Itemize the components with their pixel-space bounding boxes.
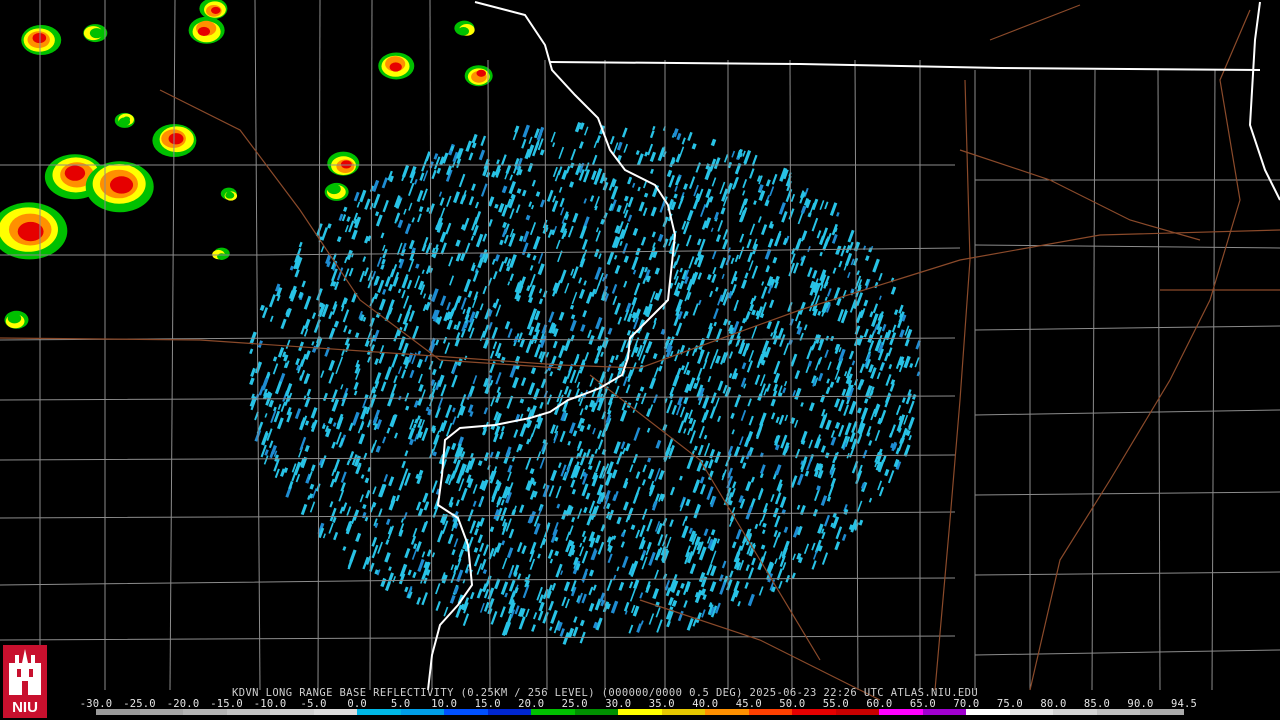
storm-cell: [476, 69, 486, 77]
map-background: [0, 0, 1280, 720]
radar-map[interactable]: [0, 0, 1280, 720]
colorscale-swatch: [574, 709, 619, 715]
colorscale-swatch: [1096, 709, 1141, 715]
storm-cell: [460, 29, 467, 35]
niu-logo-text: NIU: [12, 699, 38, 716]
colorscale-swatch: [487, 709, 532, 715]
colorscale-swatch: [444, 709, 488, 715]
colorscale-labels: -30.0 -25.0 -20.0 -15.0 -10.0 -5.0 0.0 5.0 10.0 1…: [80, 698, 1197, 710]
colorscale-swatch: [400, 709, 445, 715]
colorscale-swatch: [313, 709, 358, 715]
colorscale-swatch: [748, 709, 793, 715]
colorscale-swatch: [139, 709, 184, 715]
storm-cell: [226, 191, 233, 196]
colorscale-swatch: [705, 709, 749, 715]
storm-cell: [64, 165, 86, 181]
colorscale-bar: [96, 709, 1184, 715]
storm-cell: [32, 32, 47, 44]
colorscale-swatch: [226, 709, 271, 715]
colorscale-swatch: [183, 709, 227, 715]
storm-cell: [197, 26, 211, 37]
colorscale-swatch: [531, 709, 575, 715]
storm-cell: [123, 116, 131, 122]
storm-cell: [168, 133, 184, 145]
colorscale-swatch: [1053, 709, 1097, 715]
storm-cell: [91, 30, 100, 37]
storm-cell: [329, 187, 338, 194]
colorscale-swatch: [1140, 709, 1184, 715]
colorscale-swatch: [835, 709, 880, 715]
colorscale-swatch: [792, 709, 836, 715]
storm-cell: [210, 6, 221, 14]
colorscale-swatch: [357, 709, 401, 715]
colorscale-swatch: [879, 709, 923, 715]
colorscale-swatch: [1009, 709, 1054, 715]
storm-cell: [12, 314, 21, 322]
colorscale-swatch: [661, 709, 706, 715]
storm-cell: [389, 62, 402, 72]
colorscale-swatch: [270, 709, 314, 715]
niu-logo: NIU: [3, 645, 47, 718]
colorscale-swatch: [966, 709, 1010, 715]
storm-cell: [109, 176, 134, 194]
colorscale-swatch: [618, 709, 662, 715]
storm-cell: [340, 160, 352, 169]
colorscale-swatch: [96, 709, 140, 715]
colorscale-swatch: [922, 709, 967, 715]
